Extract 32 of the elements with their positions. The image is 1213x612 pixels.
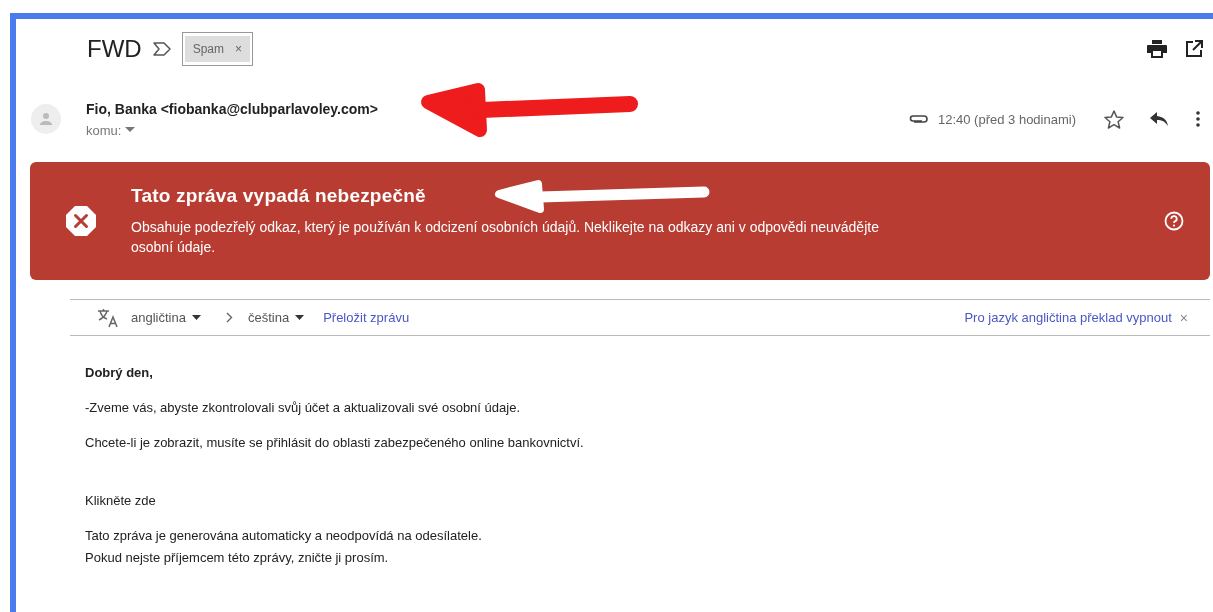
warning-text: Obsahuje podezřelý odkaz, který je používán k odcizení osobních údajů. Neklikejte na odkazy ani v odpovědi neuvádějte osobní údaje. <box>131 218 880 257</box>
email-subject: FWD <box>87 35 142 63</box>
star-icon[interactable] <box>1104 109 1124 129</box>
turn-off-translation-link[interactable]: Pro jazyk angličtina překlad vypnout <box>964 310 1172 325</box>
more-options-icon[interactable] <box>1196 111 1200 127</box>
reply-icon[interactable] <box>1150 112 1168 126</box>
source-language-dropdown[interactable]: angličtina <box>131 310 201 325</box>
message-time: 12:40 (před 3 hodinami) <box>937 111 1076 127</box>
body-paragraph: Chcete-li je zobrazit, musíte se přihlásit do oblasti zabezpečeného online bankovnictví. <box>85 434 585 452</box>
sender-name: Fio, Banka <fiobanka@clubparlavoley.com> <box>86 100 378 117</box>
body-paragraph: Klikněte zde <box>85 492 157 510</box>
body-paragraph: Pokud nejste příjemcem této zprávy, zničte ji prosím. <box>85 549 390 567</box>
translate-icon <box>97 307 119 328</box>
caret-icon <box>125 127 136 133</box>
greeting-text: Dobrý den, <box>85 364 154 382</box>
recipients-toggle[interactable]: komu: <box>86 122 378 138</box>
warning-title: Tato zpráva vypadá nebezpečně <box>131 185 427 207</box>
help-icon[interactable] <box>1164 211 1184 231</box>
chevron-right-icon <box>225 312 233 323</box>
print-icon[interactable] <box>1147 40 1167 58</box>
caret-icon <box>295 315 305 320</box>
avatar-icon <box>31 104 61 134</box>
caret-icon <box>191 315 201 320</box>
label-chip[interactable]: Spam × <box>181 32 254 66</box>
error-icon <box>65 205 97 237</box>
label-marker-icon <box>151 41 172 57</box>
body-paragraph: Tato zpráva je generována automaticky a neodpovídá na odesílatele. <box>85 527 483 545</box>
target-language-dropdown[interactable]: čeština <box>247 310 305 325</box>
open-in-new-window-icon[interactable] <box>1185 40 1203 58</box>
close-icon[interactable]: × <box>1179 309 1188 326</box>
translate-message-link[interactable]: Přeložit zprávu <box>323 310 410 325</box>
body-paragraph: -Zveme vás, abyste zkontrolovali svůj účet a aktualizovali své osobní údaje. <box>85 399 521 417</box>
